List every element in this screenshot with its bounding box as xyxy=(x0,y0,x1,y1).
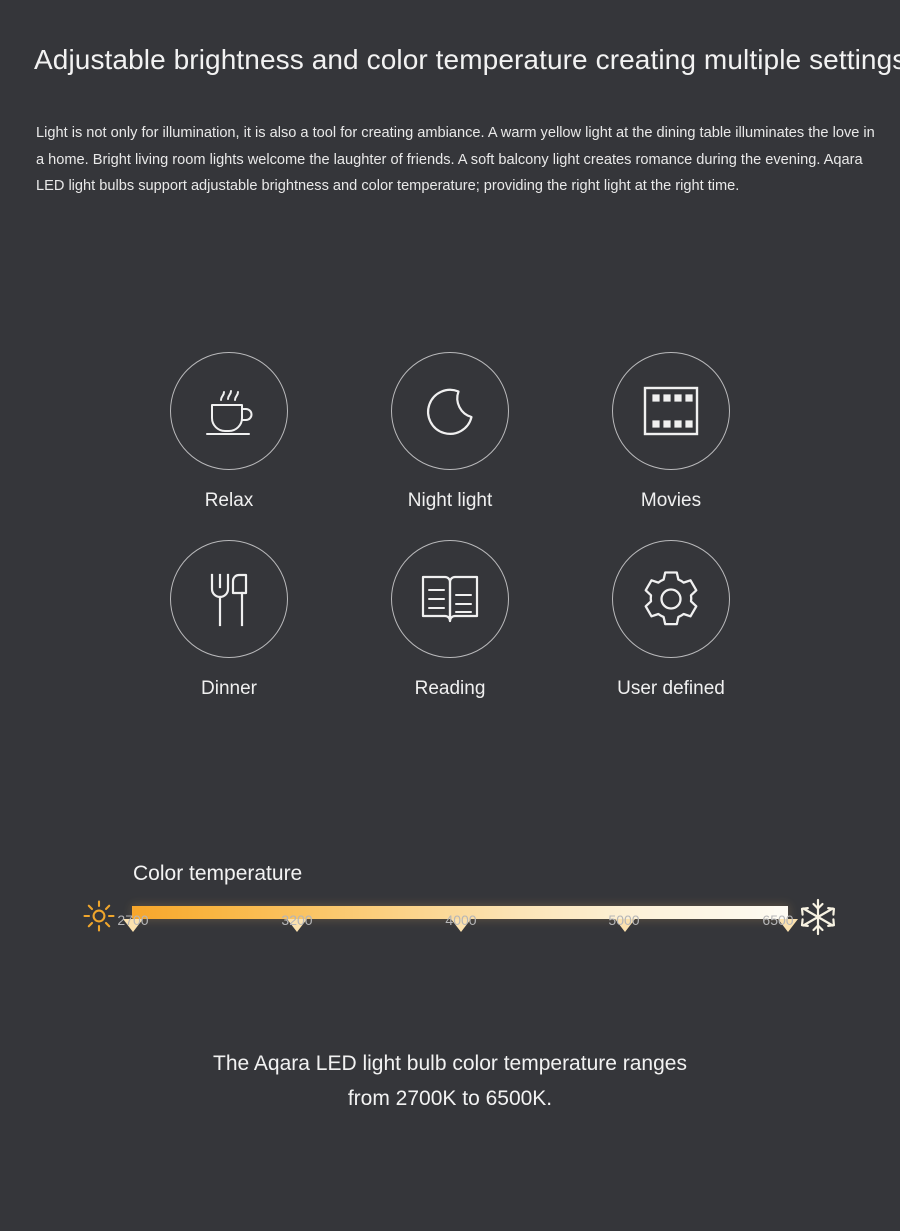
coffee-cup-icon xyxy=(198,380,260,442)
scene-circle xyxy=(612,352,730,470)
scene-label: Reading xyxy=(414,678,486,699)
color-temperature-ticks: 2700 3200 4000 5000 6500 xyxy=(117,912,793,934)
gear-icon xyxy=(640,568,702,630)
scene-circle xyxy=(391,352,509,470)
intro-paragraph: Light is not only for illumination, it i… xyxy=(36,125,875,194)
scene-item-night-light[interactable]: Night light xyxy=(340,352,561,512)
caption-line-1: The Aqara LED light bulb color temperatu… xyxy=(213,1052,687,1075)
fork-and-knife-icon xyxy=(202,569,256,629)
scene-row: Dinner Reading User defined xyxy=(0,514,900,700)
scene-label: Relax xyxy=(204,490,254,511)
tick-label: 3200 xyxy=(281,912,313,928)
scene-item-relax[interactable]: Relax xyxy=(119,352,340,512)
scene-label: Dinner xyxy=(201,678,257,699)
sun-icon xyxy=(82,899,116,938)
scene-item-dinner[interactable]: Dinner xyxy=(119,514,340,700)
scene-row: Relax Night light Movies xyxy=(0,352,900,512)
tick-label: 4000 xyxy=(445,912,477,928)
page-title: Adjustable brightness and color temperat… xyxy=(34,44,900,75)
scene-label: Night light xyxy=(407,490,493,511)
caption-line-2: from 2700K to 6500K. xyxy=(347,1087,553,1110)
scene-circle xyxy=(391,540,509,658)
scene-grid: Relax Night light Movies Dinner Reading … xyxy=(0,352,900,700)
scene-label: Movies xyxy=(640,490,702,511)
scene-circle xyxy=(612,540,730,658)
film-strip-icon xyxy=(641,384,701,438)
tick-label: 2700 xyxy=(117,912,149,928)
scene-item-user-defined[interactable]: User defined xyxy=(561,514,782,700)
tick-label: 5000 xyxy=(608,912,640,928)
snowflake-icon xyxy=(797,896,839,943)
scene-item-movies[interactable]: Movies xyxy=(561,352,782,512)
scene-item-reading[interactable]: Reading xyxy=(340,514,561,700)
color-temperature-caption: The Aqara LED light bulb color temperatu… xyxy=(0,1046,900,1116)
crescent-moon-icon xyxy=(420,381,480,441)
scene-label: User defined xyxy=(617,678,725,699)
scene-circle xyxy=(170,352,288,470)
open-book-icon xyxy=(419,571,481,627)
tick-label: 6500 xyxy=(762,912,794,928)
scene-circle xyxy=(170,540,288,658)
color-temperature-heading: Color temperature xyxy=(133,862,303,885)
